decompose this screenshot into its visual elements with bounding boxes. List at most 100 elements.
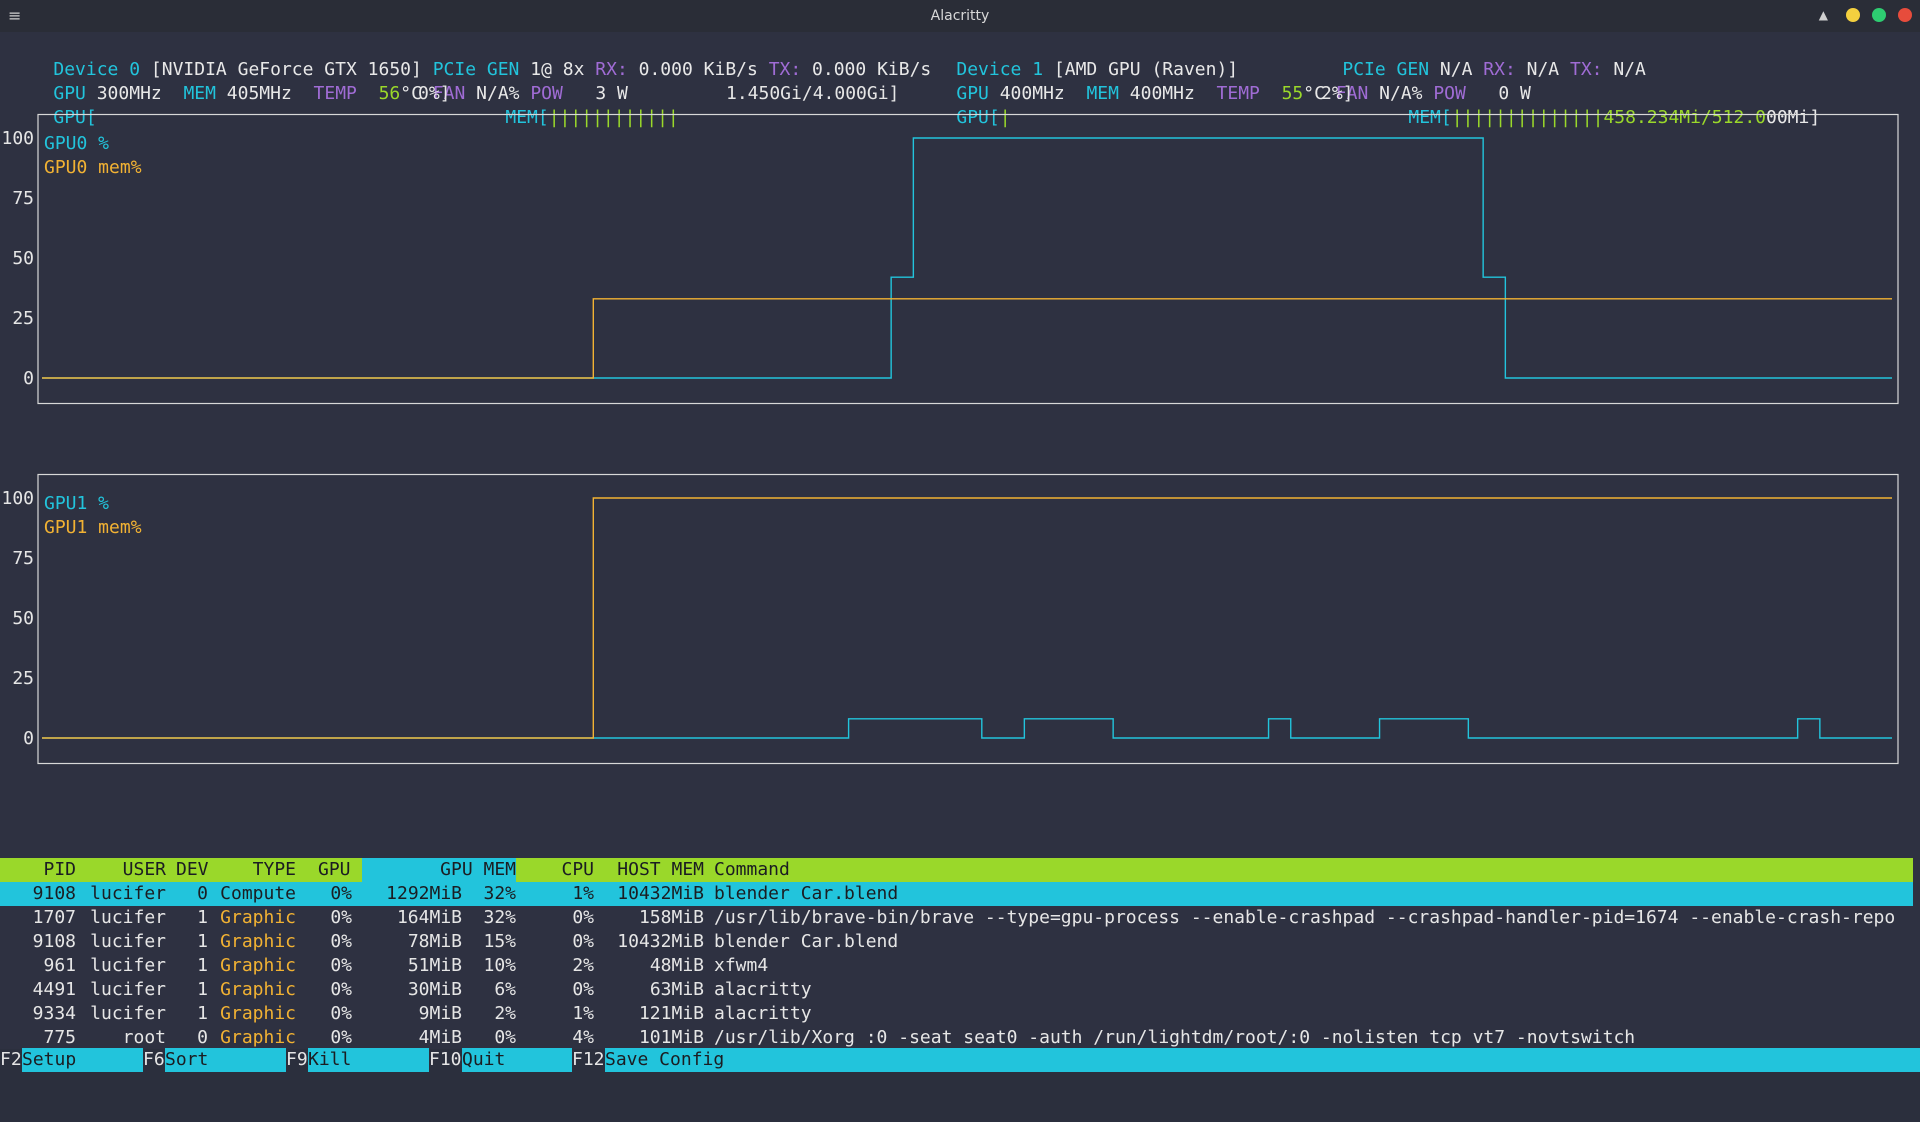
device-1-rx-value: N/A xyxy=(1526,59,1560,80)
close-button[interactable] xyxy=(1898,8,1912,22)
cell-gpu-mem-abs: 9MiB xyxy=(418,1003,462,1024)
cell-gpu-mem-abs: 78MiB xyxy=(407,931,462,952)
terminal-area[interactable]: Device 0 [NVIDIA GeForce GTX 1650] PCIe … xyxy=(0,32,1920,1072)
device-info-line: Device 0 [NVIDIA GeForce GTX 1650] PCIe … xyxy=(10,34,931,80)
device-0-temp-value: 56 xyxy=(378,83,401,104)
cell-dev: 0 xyxy=(197,1027,208,1048)
cell-host-mem: 63MiB xyxy=(649,979,704,1000)
fkey-label-setup[interactable]: Setup xyxy=(22,1048,143,1072)
device-0-gpu-bar: GPU[ xyxy=(10,82,96,128)
cell-gpu-mem-abs: 164MiB xyxy=(396,907,462,928)
cell-user: lucifer xyxy=(90,883,166,904)
device-1-pcie-line: PCIe GEN N/A RX: N/A TX: N/A xyxy=(1299,34,1646,80)
device-0-mem-label: MEM xyxy=(183,83,216,104)
cell-dev: 1 xyxy=(197,955,208,976)
fkey-f9[interactable]: F9 xyxy=(286,1048,308,1072)
cell-gpu-mem-pct: 10% xyxy=(483,955,516,976)
fkey-label-quit[interactable]: Quit xyxy=(462,1048,572,1072)
cell-gpu-mem-abs: 4MiB xyxy=(418,1027,462,1048)
cell-type: Graphic xyxy=(220,1027,296,1048)
cell-command: alacritty xyxy=(714,1003,812,1024)
col-host-mem[interactable]: HOST MEM xyxy=(604,858,704,882)
col-type[interactable]: TYPE xyxy=(210,858,296,882)
cell-command: /usr/lib/Xorg :0 -seat seat0 -auth /run/… xyxy=(714,1027,1636,1048)
col-cpu[interactable]: CPU xyxy=(528,858,594,882)
table-row[interactable]: 4491 lucifer 1 Graphic 0% 30MiB 6% 0% 63MiB alacr… xyxy=(0,978,1913,1002)
legend-entry: GPU0 mem% xyxy=(44,157,142,178)
table-row[interactable]: 961 lucifer 1 Graphic 0% 51MiB 10% 2% 48MiB xfwm4 xyxy=(0,954,1913,978)
table-row[interactable]: 9108 lucifer 1 Graphic 0% 78MiB 15% 0% 10432MiB b… xyxy=(0,930,1913,954)
device-1-gpu-bar-value: 2%] xyxy=(1321,83,1354,104)
cell-dev: 1 xyxy=(197,1003,208,1024)
y-tick-label: 75 xyxy=(12,548,34,569)
fkey-f6[interactable]: F6 xyxy=(143,1048,165,1072)
cell-dev: 1 xyxy=(197,931,208,952)
device-1-gpu-bar: GPU[| xyxy=(913,82,1010,128)
cell-cpu: 4% xyxy=(572,1027,594,1048)
device-0-gpu-clock: 300MHz xyxy=(96,83,162,104)
col-command[interactable]: Command xyxy=(714,858,790,882)
device-1-tx-value: N/A xyxy=(1613,59,1646,80)
fkey-f10[interactable]: F10 xyxy=(429,1048,462,1072)
table-row[interactable]: 1707 lucifer 1 Graphic 0% 164MiB 32% 0% 158MiB/u… xyxy=(0,906,1913,930)
cell-gpu-mem-pct: 15% xyxy=(483,931,516,952)
col-gpu-mem[interactable]: GPU MEM xyxy=(362,858,516,882)
cell-cpu: 1% xyxy=(572,883,594,904)
cell-host-mem: 158MiB xyxy=(638,907,704,928)
device-0-mem-clock: 405MHz xyxy=(226,83,292,104)
cell-gpu: 0% xyxy=(330,955,352,976)
cell-type: Graphic xyxy=(220,931,296,952)
chart-frame xyxy=(37,113,1899,405)
table-row[interactable]: 9108 lucifer 0 Compute 0% 1292MiB 32% 1% 10432Mi… xyxy=(0,882,1913,906)
cell-cpu: 0% xyxy=(572,931,594,952)
col-user[interactable]: USER xyxy=(88,858,166,882)
maximize-button[interactable] xyxy=(1872,8,1886,22)
cell-gpu-mem-pct: 0% xyxy=(494,1027,516,1048)
window-titlebar: ≡ Alacritty ▲ xyxy=(0,0,1920,32)
col-dev[interactable]: DEV xyxy=(176,858,209,882)
device-0-gpu-bar-value: 0%] xyxy=(418,83,451,104)
table-row[interactable]: 9334 lucifer 1 Graphic 0% 9MiB 2% 1% 121MiB alacr… xyxy=(0,1002,1913,1026)
cell-pid: 4491 xyxy=(32,979,76,1000)
function-key-bar: F2 Setup F6 Sort F9 Kill F10 Quit F12 Save Config xyxy=(0,1048,1920,1072)
cell-pid: 9108 xyxy=(32,883,76,904)
device-1-mem-label: MEM xyxy=(1086,83,1119,104)
fkey-label-save-config[interactable]: Save Config xyxy=(605,1048,1920,1072)
cell-gpu-mem-abs: 30MiB xyxy=(407,979,462,1000)
col-pid[interactable]: PID xyxy=(0,858,76,882)
device-1-info-line: Device 1 [AMD GPU (Raven)] xyxy=(913,34,1238,80)
device-1-temp-label: TEMP xyxy=(1216,83,1260,104)
menu-icon[interactable]: ≡ xyxy=(8,6,21,25)
device-0-rx-value: 0.000 KiB/s xyxy=(638,59,758,80)
cell-gpu: 0% xyxy=(330,979,352,1000)
chart-frame xyxy=(37,473,1899,765)
device-1-tx-label: TX: xyxy=(1569,59,1603,80)
device-0-stats-line: GPU 300MHz MEM 405MHz TEMP 56°C FAN N/A%… xyxy=(10,58,628,104)
y-tick-label: 0 xyxy=(23,368,34,389)
cell-cpu: 1% xyxy=(572,1003,594,1024)
fkey-f2[interactable]: F2 xyxy=(0,1048,22,1072)
cell-gpu-mem-pct: 32% xyxy=(483,883,516,904)
cell-host-mem: 101MiB xyxy=(638,1027,704,1048)
col-gpu[interactable]: GPU xyxy=(318,858,351,882)
cell-user: lucifer xyxy=(90,955,166,976)
cell-type: Compute xyxy=(220,883,296,904)
minimize-button[interactable] xyxy=(1846,8,1860,22)
device-1-mem-clock: 400MHz xyxy=(1129,83,1195,104)
legend-entry: GPU1 % xyxy=(44,493,109,514)
cell-type: Graphic xyxy=(220,979,296,1000)
table-row[interactable]: 775 root 0 Graphic 0% 4MiB 0% 4% 101MiB/usr/lib/… xyxy=(0,1026,1913,1050)
chevron-up-icon[interactable]: ▲ xyxy=(1819,8,1828,22)
cell-pid: 1707 xyxy=(32,907,76,928)
y-tick-label: 0 xyxy=(23,728,34,749)
cell-gpu: 0% xyxy=(330,931,352,952)
fkey-f12[interactable]: F12 xyxy=(572,1048,605,1072)
fkey-label-kill[interactable]: Kill xyxy=(308,1048,429,1072)
fkey-label-sort[interactable]: Sort xyxy=(165,1048,286,1072)
gpu0-chart-svg: 100 75 50 25 0 GPU0 % GPU0 mem% xyxy=(1,113,1899,405)
y-tick-label: 25 xyxy=(12,308,34,329)
series-line-0 xyxy=(42,718,1892,739)
series-line-0 xyxy=(42,137,1892,379)
cell-cpu: 2% xyxy=(572,955,594,976)
process-table-header: PID USER DEV TYPE GPU GPU MEM CPU HOST M… xyxy=(0,858,1913,882)
